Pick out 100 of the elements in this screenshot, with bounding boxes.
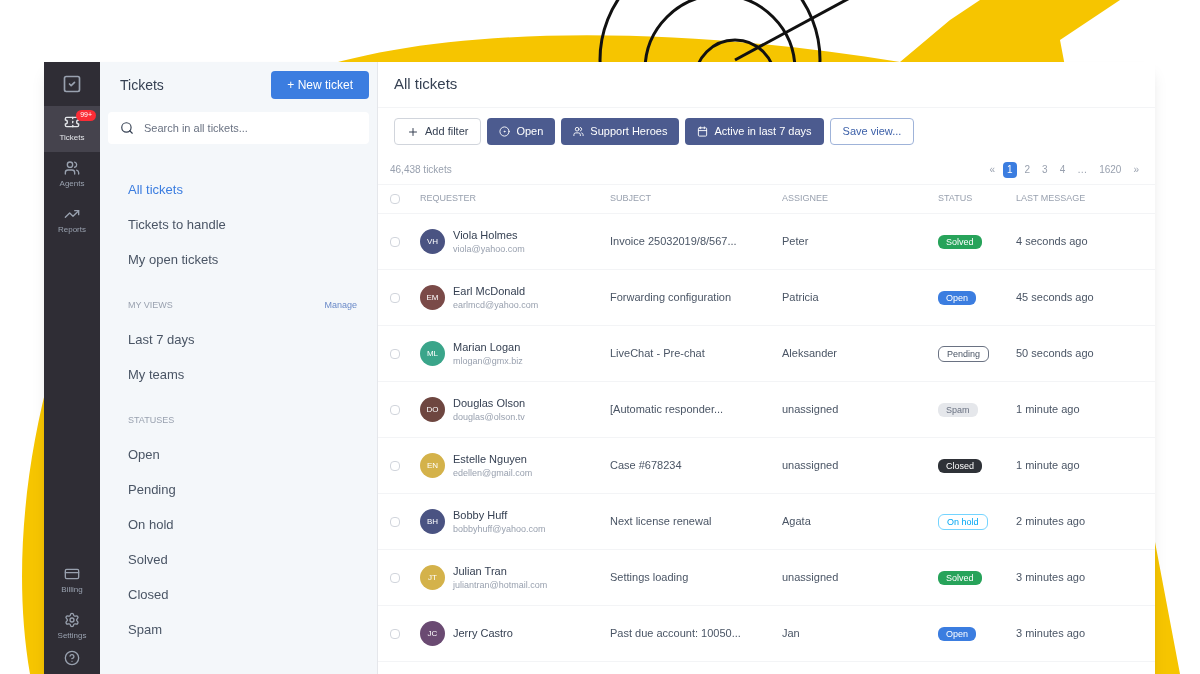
requester-email: bobbyhuff@yahoo.com (453, 523, 546, 536)
last-message-cell-text: 2 minutes ago (1016, 514, 1087, 530)
new-ticket-button[interactable]: + New ticket (271, 71, 369, 99)
nav-item[interactable]: On hold (128, 507, 369, 542)
nav-item[interactable]: Last 7 days (128, 322, 369, 357)
requester-name: Jerry Castro (453, 626, 513, 642)
manage-link[interactable]: Manage (324, 298, 357, 313)
nav-item[interactable]: My teams (128, 357, 369, 392)
requester-name: Earl McDonald (453, 283, 527, 299)
assignee-cell-text: unassigned (782, 458, 840, 474)
status-badge: Solved (938, 571, 982, 586)
last-message-cell-text: 4 seconds ago (1016, 234, 1089, 250)
last-message-cell-text: 50 seconds ago (1016, 346, 1095, 362)
calendar-icon (697, 126, 709, 137)
requester-name: Viola Holmes (453, 227, 519, 243)
people-icon (64, 160, 80, 176)
avatar: BH (420, 509, 445, 534)
nav-item[interactable]: Open (128, 437, 369, 472)
panel-title: Tickets (120, 75, 164, 95)
column-header: STATUS (938, 192, 974, 206)
nav-item[interactable]: Closed (128, 577, 369, 612)
settings-icon (64, 612, 80, 628)
requester-email: mlogan@gmx.biz (453, 355, 523, 368)
nav-item[interactable]: Solved (128, 542, 369, 577)
requester-name: Douglas Olson (453, 395, 526, 411)
row-checkbox[interactable] (390, 348, 400, 359)
search-icon (120, 121, 134, 135)
assignee-cell-text: Patricia (782, 290, 820, 306)
filter-button[interactable]: Add filter (394, 118, 482, 145)
section-heading: MY VIEWS (128, 298, 173, 312)
assignee-cell-text: unassigned (782, 570, 840, 586)
row-checkbox[interactable] (390, 628, 400, 639)
team-icon (573, 126, 585, 137)
status-badge: Spam (938, 403, 978, 418)
subject-cell-text: Forwarding configuration (610, 290, 733, 306)
help-icon (64, 650, 80, 666)
last-message-cell-text: 45 seconds ago (1016, 290, 1095, 306)
row-checkbox[interactable] (390, 236, 400, 247)
nav-item[interactable]: All tickets (128, 172, 369, 207)
column-header: LAST MESSAGE (1016, 192, 1087, 206)
avatar: DO (420, 397, 445, 422)
rail-item[interactable]: Billing (44, 558, 100, 604)
assignee-cell-text: Agata (782, 514, 812, 530)
requester-name: Marian Logan (453, 339, 522, 355)
last-message-cell-text: 1 minute ago (1016, 402, 1081, 418)
select-all-checkbox[interactable] (390, 194, 400, 204)
column-header: ASSIGNEE (782, 192, 829, 206)
avatar: VH (420, 229, 445, 254)
status-badge: Open (938, 627, 977, 642)
row-checkbox[interactable] (390, 292, 400, 303)
requester-email: juliantran@hotmail.com (453, 579, 548, 592)
filter-button[interactable]: Save view... (829, 118, 915, 145)
assignee-cell-text: Aleksander (782, 346, 839, 362)
nav-item[interactable]: My open tickets (128, 242, 369, 277)
row-checkbox[interactable] (390, 404, 400, 415)
nav-item[interactable]: Tickets to handle (128, 207, 369, 242)
card-icon (64, 566, 80, 582)
status-badge: Open (938, 291, 977, 306)
rail-item[interactable]: Settings (44, 604, 100, 650)
status-badge: Pending (938, 346, 990, 363)
avatar: JC (420, 621, 445, 646)
subject-cell-text: Invoice 25032019/8/567... (610, 234, 738, 250)
rail-item[interactable]: Agents (44, 152, 100, 198)
requester-name: Bobby Huff (453, 507, 509, 523)
subject-cell-text: [Automatic responder... (610, 402, 725, 418)
avatar: ML (420, 341, 445, 366)
last-message-cell-text: 1 minute ago (1016, 458, 1081, 474)
assignee-cell-text: unassigned (782, 402, 840, 418)
requester-email: douglas@olson.tv (453, 411, 526, 424)
last-message-cell-text: 3 minutes ago (1016, 570, 1087, 586)
assignee-cell-text: Jan (782, 626, 801, 642)
search-field[interactable]: Search in all tickets... (108, 112, 369, 144)
status-icon (499, 126, 511, 137)
subject-cell-text: LiveChat - Pre-chat (610, 346, 706, 362)
avatar: EN (420, 453, 445, 478)
status-badge: On hold (938, 514, 988, 531)
nav-item[interactable]: Pending (128, 472, 369, 507)
requester-email: viola@yahoo.com (453, 243, 525, 256)
column-header: SUBJECT (610, 192, 652, 206)
row-checkbox[interactable] (390, 460, 400, 471)
requester-email: earlmcd@yahoo.com (453, 299, 539, 312)
requester-email: edellen@gmail.com (453, 467, 533, 480)
page-button[interactable]: 1 (1002, 161, 1017, 178)
requester-name: Estelle Nguyen (453, 451, 528, 467)
subject-cell-text: Settings loading (610, 570, 690, 586)
section-heading: STATUSES (128, 413, 175, 427)
avatar: EM (420, 285, 445, 310)
row-checkbox[interactable] (390, 516, 400, 527)
nav-item[interactable]: Spam (128, 612, 369, 647)
column-header: REQUESTER (420, 192, 477, 206)
subject-cell-text: Next license renewal (610, 514, 713, 530)
last-message-cell-text: 3 minutes ago (1016, 626, 1087, 642)
row-checkbox[interactable] (390, 572, 400, 583)
rail-item[interactable]: Reports (44, 198, 100, 244)
filter-button[interactable]: Open (487, 118, 556, 145)
filter-button[interactable]: Support Heroes (561, 118, 680, 145)
subject-cell-text: Case #678234 (610, 458, 683, 474)
filter-button[interactable]: Active in last 7 days (685, 118, 824, 145)
status-badge: Closed (938, 459, 982, 474)
plus-icon (407, 125, 419, 138)
